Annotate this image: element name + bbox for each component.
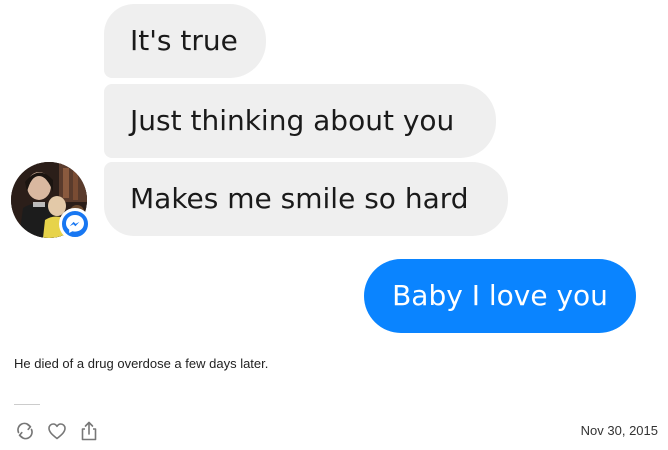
reblog-icon[interactable]	[14, 420, 36, 442]
share-icon[interactable]	[78, 420, 100, 442]
heart-icon[interactable]	[46, 420, 68, 442]
outgoing-message[interactable]: Baby I love you	[364, 259, 636, 333]
divider	[14, 404, 40, 405]
post-caption: He died of a drug overdose a few days la…	[14, 356, 269, 371]
incoming-message[interactable]: Makes me smile so hard	[104, 162, 508, 236]
incoming-message[interactable]: It's true	[104, 4, 266, 78]
messenger-icon	[59, 208, 91, 240]
post-actions	[14, 420, 100, 442]
post-container: It's true Just thinking about you Makes …	[0, 0, 668, 450]
incoming-message[interactable]: Just thinking about you	[104, 84, 496, 158]
sender-avatar-container[interactable]	[11, 162, 91, 240]
post-date: Nov 30, 2015	[580, 423, 658, 438]
